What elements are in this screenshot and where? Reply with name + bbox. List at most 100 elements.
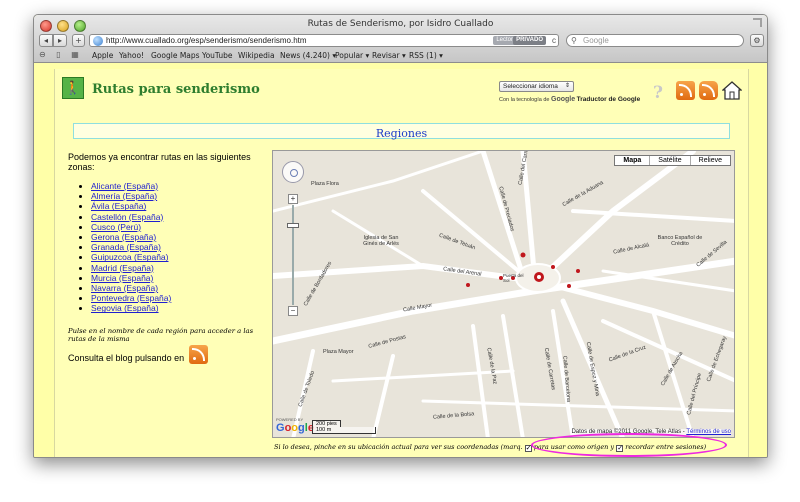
private-badge: PRIVADO — [513, 36, 546, 45]
globe-icon — [93, 36, 103, 46]
region-link-almeria[interactable]: Almería (España) — [91, 191, 157, 201]
bookmarks-toolbar-icons[interactable]: ⊖ ▯ ▦ — [39, 50, 83, 59]
forward-button[interactable]: ▸ — [53, 34, 67, 47]
language-select[interactable]: Seleccionar idioma ⇕ — [499, 81, 574, 92]
map-type-terrain[interactable]: Relieve — [689, 156, 730, 165]
region-link-murcia[interactable]: Murcia (España) — [91, 273, 153, 283]
bookmark-news[interactable]: News (4.240) ▾ — [280, 51, 336, 60]
terms-link[interactable]: Términos de uso — [686, 429, 731, 435]
region-link-guipuzcoa[interactable]: Guipuzcoa (España) — [91, 252, 169, 262]
location-note-text: Si lo desea, pinche en su ubicación actu… — [274, 443, 523, 451]
bookmark-google-maps[interactable]: Google Maps — [151, 51, 200, 60]
regions-header: Regiones — [73, 123, 730, 140]
search-icon: ⚲ — [571, 36, 577, 45]
list-item: Navarra (España) — [91, 283, 171, 293]
region-link-gerona[interactable]: Gerona (España) — [91, 232, 156, 242]
hiker-glyph: 🚶 — [64, 80, 82, 95]
hiker-logo-icon[interactable]: 🚶 — [62, 77, 84, 99]
instruction-text: Pulse en el nombre de cada región para a… — [68, 327, 254, 343]
list-item: Murcia (España) — [91, 273, 171, 283]
list-item: Pontevedra (España) — [91, 293, 171, 303]
region-link-cusco[interactable]: Cusco (Perú) — [91, 222, 141, 232]
list-item: Cusco (Perú) — [91, 222, 171, 232]
help-icon[interactable]: ? — [653, 83, 663, 103]
zoom-out-button[interactable]: − — [288, 306, 298, 316]
bookmarks-bar: ⊖ ▯ ▦ Apple Yahoo! Google Maps YouTube W… — [34, 50, 767, 62]
blog-feed-icon[interactable] — [189, 345, 208, 364]
zoom-slider-track[interactable] — [292, 205, 294, 305]
forward-icon: ▸ — [57, 36, 62, 45]
google-logo[interactable]: POWERED BY Google — [276, 417, 314, 434]
region-link-pontevedra[interactable]: Pontevedra (España) — [91, 293, 171, 303]
language-select-value: Seleccionar idioma — [503, 83, 558, 90]
list-item: Segovia (España) — [91, 303, 171, 313]
map-type-satellite[interactable]: Satélite — [649, 156, 689, 165]
reload-icon[interactable]: c — [552, 35, 556, 46]
add-bookmark-button[interactable]: + — [72, 34, 85, 47]
list-item: Gerona (España) — [91, 232, 171, 242]
map-type-control: Mapa Satélite Relieve — [614, 155, 731, 166]
place-label: Iglesia de San Ginés de Arlés — [363, 235, 399, 247]
site-title: Rutas para senderismo — [92, 82, 260, 97]
annotation-ellipse — [531, 433, 727, 457]
back-icon: ◂ — [43, 36, 48, 45]
bookmark-rss[interactable]: RSS (1) ▾ — [409, 51, 443, 60]
plus-icon: + — [75, 36, 82, 45]
search-input[interactable]: ⚲ Google — [566, 34, 744, 47]
address-bar[interactable]: http://www.cuallado.org/esp/senderismo/s… — [89, 34, 559, 47]
bookmark-wikipedia[interactable]: Wikipedia — [238, 51, 275, 60]
translate-link[interactable]: Traductor de Google — [577, 96, 641, 103]
select-arrow-icon: ⇕ — [564, 83, 570, 89]
zoom-in-button[interactable]: + — [288, 194, 298, 204]
region-link-madrid[interactable]: Madrid (España) — [91, 263, 154, 273]
scale-feet: 200 pies — [312, 420, 341, 427]
home-icon[interactable] — [722, 81, 742, 101]
map-type-map[interactable]: Mapa — [615, 156, 649, 165]
back-button[interactable]: ◂ — [39, 34, 53, 47]
section-title: Regiones — [375, 127, 428, 140]
blog-text: Consulta el blog pulsando en — [68, 353, 185, 363]
zoom-slider-handle[interactable] — [287, 223, 299, 228]
region-link-castellon[interactable]: Castellón (España) — [91, 212, 163, 222]
street-label: Plaza Mayor — [323, 349, 354, 355]
region-list: Alicante (España) Almería (España) Ávila… — [85, 181, 171, 314]
settings-button[interactable]: ⚙ — [750, 34, 764, 47]
translate-credit: Con la tecnología de Google Traductor de… — [499, 96, 640, 103]
window-title: Rutas de Senderismo, por Isidro Cuallado — [307, 19, 494, 29]
bookmark-popular[interactable]: Popular ▾ — [335, 51, 369, 60]
list-item: Madrid (España) — [91, 263, 171, 273]
scale-meters: 100 m — [312, 427, 376, 434]
list-item: Castellón (España) — [91, 212, 171, 222]
place-label: Banco Español de Crédito — [657, 235, 703, 247]
place-label: Puerta del Sol — [503, 273, 524, 283]
list-item: Almería (España) — [91, 191, 171, 201]
region-link-alicante[interactable]: Alicante (España) — [91, 181, 158, 191]
region-link-segovia[interactable]: Segovia (España) — [91, 303, 159, 313]
translate-prefix: Con la tecnología de — [499, 97, 550, 103]
blogger-icon[interactable] — [699, 81, 718, 100]
bookmark-revisar[interactable]: Revisar ▾ — [372, 51, 406, 60]
region-link-navarra[interactable]: Navarra (España) — [91, 283, 158, 293]
bookmark-yahoo[interactable]: Yahoo! — [119, 51, 144, 60]
intro-text: Podemos ya encontrar rutas en las siguie… — [68, 152, 251, 172]
page-viewport: 🚶 Rutas para senderismo Seleccionar idio… — [34, 63, 767, 457]
search-placeholder: Google — [583, 36, 609, 45]
bookmark-apple[interactable]: Apple — [92, 51, 113, 60]
rss-feed-icon[interactable] — [676, 81, 695, 100]
bookmark-youtube[interactable]: YouTube — [202, 51, 233, 60]
list-item: Ávila (España) — [91, 201, 171, 211]
list-item: Granada (España) — [91, 242, 171, 252]
pan-control-icon[interactable] — [282, 161, 304, 183]
list-item: Alicante (España) — [91, 181, 171, 191]
list-item: Guipuzcoa (España) — [91, 252, 171, 262]
map-navigation-control: + − — [282, 161, 306, 316]
region-link-granada[interactable]: Granada (España) — [91, 242, 161, 252]
map-panel[interactable]: Calle de la Aduana Calle de Alcalá Calle… — [272, 150, 735, 438]
google-wordmark: Google — [551, 96, 576, 103]
gear-icon: ⚙ — [753, 36, 761, 45]
page-content: 🚶 Rutas para senderismo Seleccionar idio… — [54, 69, 749, 457]
map-scale: 200 pies 100 m — [312, 420, 376, 434]
resize-icon[interactable] — [753, 18, 762, 27]
region-link-avila[interactable]: Ávila (España) — [91, 201, 146, 211]
browser-window: Rutas de Senderismo, por Isidro Cuallado… — [33, 14, 768, 458]
